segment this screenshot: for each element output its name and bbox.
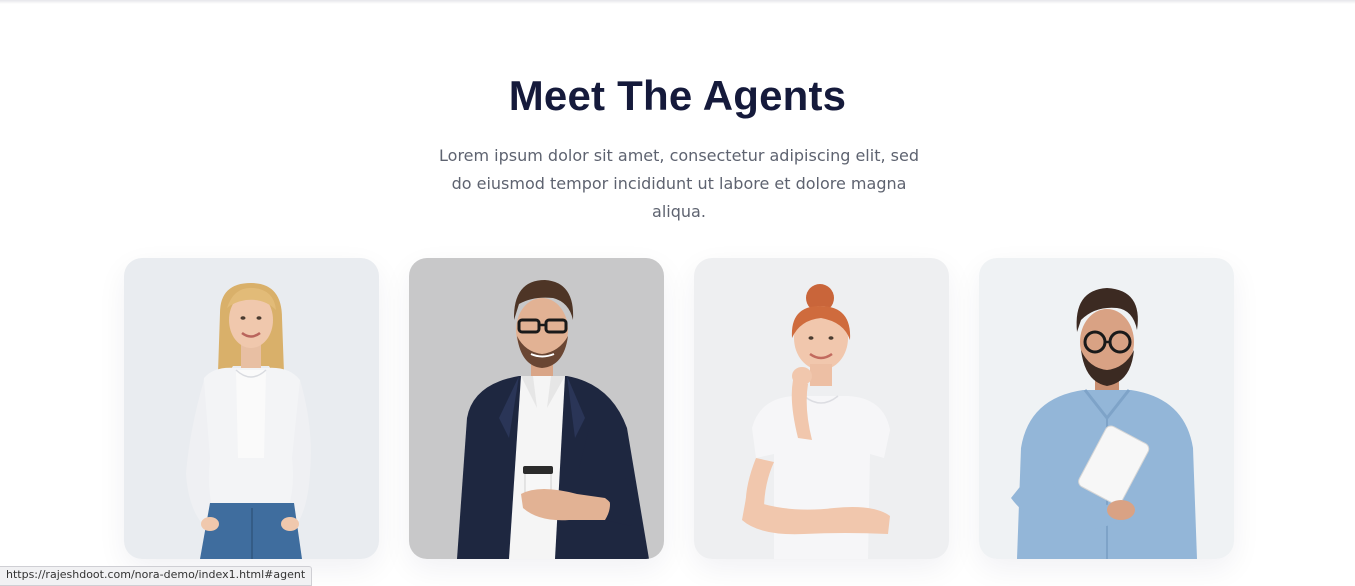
- section-title: Meet The Agents: [508, 72, 847, 119]
- agent-card[interactable]: [124, 258, 379, 559]
- status-bar-url: https://rajeshdoot.com/nora-demo/index1.…: [0, 566, 313, 586]
- agent-photo: [979, 258, 1234, 559]
- agent-card[interactable]: [979, 258, 1234, 559]
- agent-card[interactable]: [694, 258, 949, 559]
- agent-photo: [694, 258, 949, 559]
- agents-section: Meet The Agents Lorem ipsum dolor sit am…: [0, 0, 1355, 577]
- agent-card[interactable]: [409, 258, 664, 559]
- section-subtitle: Lorem ipsum dolor sit amet, consectetur …: [439, 146, 919, 221]
- agents-grid: [124, 258, 1234, 559]
- agent-photo: [409, 258, 664, 559]
- agent-photo: [124, 258, 379, 559]
